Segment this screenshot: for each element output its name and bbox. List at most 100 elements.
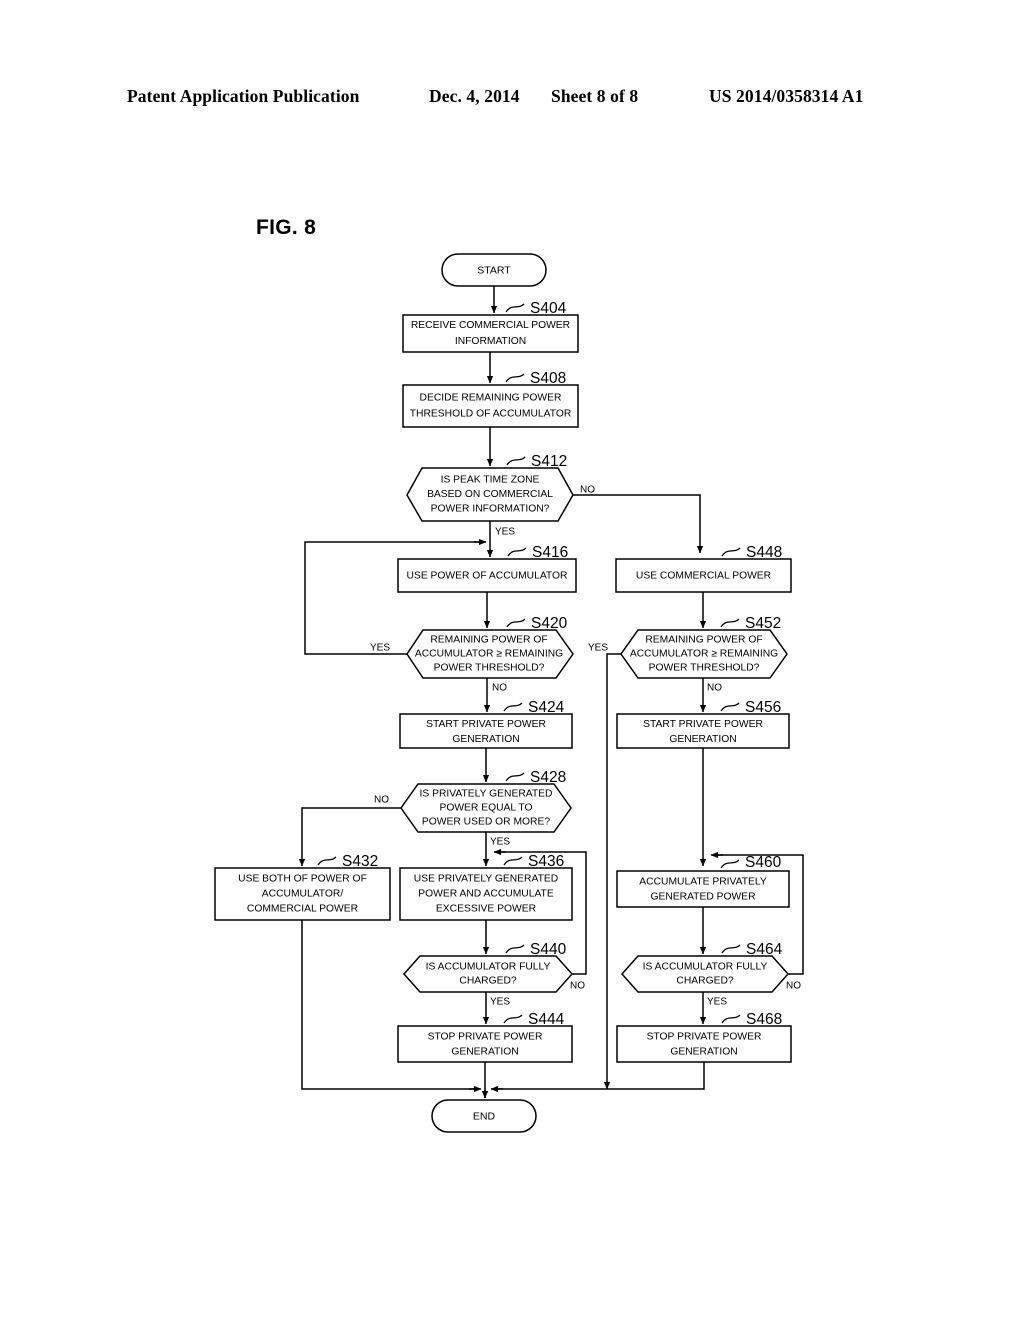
label-s452-no: NO xyxy=(707,683,722,694)
node-s404-line-1: INFORMATION xyxy=(455,336,526,347)
step-tag-s456: S456 xyxy=(745,699,781,716)
leader-s420 xyxy=(506,618,526,628)
node-s468: STOP PRIVATE POWER GENERATION xyxy=(616,1025,792,1063)
node-s428: IS PRIVATELY GENERATED POWER EQUAL TO PO… xyxy=(400,783,572,833)
node-s452: REMAINING POWER OF ACCUMULATOR ≥ REMAINI… xyxy=(620,629,788,679)
node-s468-line-0: STOP PRIVATE POWER xyxy=(647,1032,762,1043)
leader-s432 xyxy=(317,856,337,866)
node-s424-line-1: GENERATION xyxy=(452,734,519,745)
node-s464-line-0: IS ACCUMULATOR FULLY xyxy=(643,962,768,973)
node-s432-line-2: COMMERCIAL POWER xyxy=(247,904,358,915)
node-s452-line-1: ACCUMULATOR ≥ REMAINING xyxy=(630,649,778,660)
label-s440-no: NO xyxy=(570,981,585,992)
node-s436: USE PRIVATELY GENERATED POWER AND ACCUMU… xyxy=(399,867,573,921)
step-tag-s432: S432 xyxy=(342,853,378,870)
node-s464: IS ACCUMULATOR FULLY CHARGED? xyxy=(620,955,790,993)
node-s452-line-0: REMAINING POWER OF xyxy=(645,635,762,646)
step-tag-s464: S464 xyxy=(746,941,783,958)
leader-s408 xyxy=(505,373,525,383)
node-s460: ACCUMULATE PRIVATELY GENERATED POWER xyxy=(616,870,790,908)
node-start: START xyxy=(441,253,547,287)
node-s444-line-0: STOP PRIVATE POWER xyxy=(428,1032,543,1043)
leader-s428 xyxy=(505,772,525,782)
step-tag-s408: S408 xyxy=(530,370,566,387)
node-s432-line-0: USE BOTH OF POWER OF xyxy=(238,874,367,885)
leader-s464 xyxy=(721,944,741,954)
node-s456-line-1: GENERATION xyxy=(669,734,736,745)
node-s412-line-2: POWER INFORMATION? xyxy=(431,504,550,515)
leader-s460 xyxy=(720,859,740,869)
edge-s412-no-to-s448 xyxy=(573,494,704,554)
leader-s452 xyxy=(720,618,740,628)
node-s416-line-0: USE POWER OF ACCUMULATOR xyxy=(407,571,568,582)
label-s464-no: NO xyxy=(786,981,801,992)
label-s464-yes: YES xyxy=(707,997,727,1008)
step-tag-s416: S416 xyxy=(532,544,568,561)
node-s416: USE POWER OF ACCUMULATOR xyxy=(397,558,577,593)
label-s428-no: NO xyxy=(374,795,389,806)
node-s412-line-0: IS PEAK TIME ZONE xyxy=(441,475,540,486)
node-s440-line-1: CHARGED? xyxy=(459,976,516,987)
node-s420-line-0: REMAINING POWER OF xyxy=(430,635,547,646)
step-tag-s448: S448 xyxy=(746,544,782,561)
step-tag-s444: S444 xyxy=(528,1011,565,1028)
step-tag-s460: S460 xyxy=(745,854,782,871)
node-s424: START PRIVATE POWER GENERATION xyxy=(399,713,573,749)
label-s420-yes: YES xyxy=(370,643,390,654)
node-s464-line-1: CHARGED? xyxy=(676,976,733,987)
node-s448: USE COMMERCIAL POWER xyxy=(615,558,792,593)
node-s404-line-0: RECEIVE COMMERCIAL POWER xyxy=(411,320,570,331)
node-s436-line-0: USE PRIVATELY GENERATED xyxy=(414,874,558,885)
step-tag-s440: S440 xyxy=(530,941,567,958)
node-s408: DECIDE REMAINING POWER THRESHOLD OF ACCU… xyxy=(402,384,579,428)
node-end-label: END xyxy=(473,1110,496,1122)
node-s468-line-1: GENERATION xyxy=(670,1047,737,1058)
label-s428-yes: YES xyxy=(490,837,510,848)
node-s444-line-1: GENERATION xyxy=(451,1047,518,1058)
node-s460-line-1: GENERATED POWER xyxy=(650,892,755,903)
node-s408-line-1: THRESHOLD OF ACCUMULATOR xyxy=(410,409,572,420)
node-s404: RECEIVE COMMERCIAL POWER INFORMATION xyxy=(402,314,579,353)
leader-s440 xyxy=(505,944,525,954)
node-s440-line-0: IS ACCUMULATOR FULLY xyxy=(426,962,551,973)
patent-page: Patent Application Publication Dec. 4, 2… xyxy=(0,0,1024,1320)
step-tag-s420: S420 xyxy=(531,615,568,632)
node-s420: REMAINING POWER OF ACCUMULATOR ≥ REMAINI… xyxy=(406,629,574,679)
edge-s468-to-end-bus xyxy=(496,1062,705,1090)
leader-s404 xyxy=(505,303,525,313)
step-tag-s468: S468 xyxy=(746,1011,782,1028)
node-s432-line-1: ACCUMULATOR/ xyxy=(262,889,344,900)
node-s436-line-1: POWER AND ACCUMULATE xyxy=(418,889,554,900)
step-tag-s428: S428 xyxy=(530,769,566,786)
step-tag-s404: S404 xyxy=(530,300,567,317)
step-tag-s424: S424 xyxy=(528,699,565,716)
node-s460-line-0: ACCUMULATE PRIVATELY xyxy=(639,877,767,888)
flowchart-diagram: START RECEIVE COMMERCIAL POWER INFORMATI… xyxy=(214,253,804,1133)
leader-s416 xyxy=(507,547,527,557)
node-s424-line-0: START PRIVATE POWER xyxy=(426,719,546,730)
label-s412-yes: YES xyxy=(495,527,515,538)
node-s408-line-0: DECIDE REMAINING POWER xyxy=(420,393,562,404)
label-s440-yes: YES xyxy=(490,997,510,1008)
node-s432: USE BOTH OF POWER OF ACCUMULATOR/ COMMER… xyxy=(214,867,391,921)
node-start-label: START xyxy=(477,264,511,276)
node-s456-line-0: START PRIVATE POWER xyxy=(643,719,763,730)
node-s440: IS ACCUMULATOR FULLY CHARGED? xyxy=(402,955,574,993)
node-end: END xyxy=(431,1099,537,1133)
node-s420-line-2: POWER THRESHOLD? xyxy=(434,663,545,674)
leader-s456 xyxy=(720,702,740,712)
node-s436-line-2: EXCESSIVE POWER xyxy=(436,904,536,915)
leader-s448 xyxy=(721,547,741,557)
node-s420-line-1: ACCUMULATOR ≥ REMAINING xyxy=(415,649,563,660)
leader-s424 xyxy=(503,702,523,712)
leader-s436 xyxy=(503,856,523,866)
label-s452-yes: YES xyxy=(588,643,608,654)
label-s412-no: NO xyxy=(580,485,595,496)
leader-s468 xyxy=(721,1014,741,1024)
node-s444: STOP PRIVATE POWER GENERATION xyxy=(397,1025,573,1063)
node-s428-line-1: POWER EQUAL TO xyxy=(439,803,532,814)
leader-s412 xyxy=(506,456,526,466)
node-s448-line-0: USE COMMERCIAL POWER xyxy=(636,571,771,582)
step-tag-s452: S452 xyxy=(745,615,781,632)
node-s456: START PRIVATE POWER GENERATION xyxy=(616,713,790,749)
